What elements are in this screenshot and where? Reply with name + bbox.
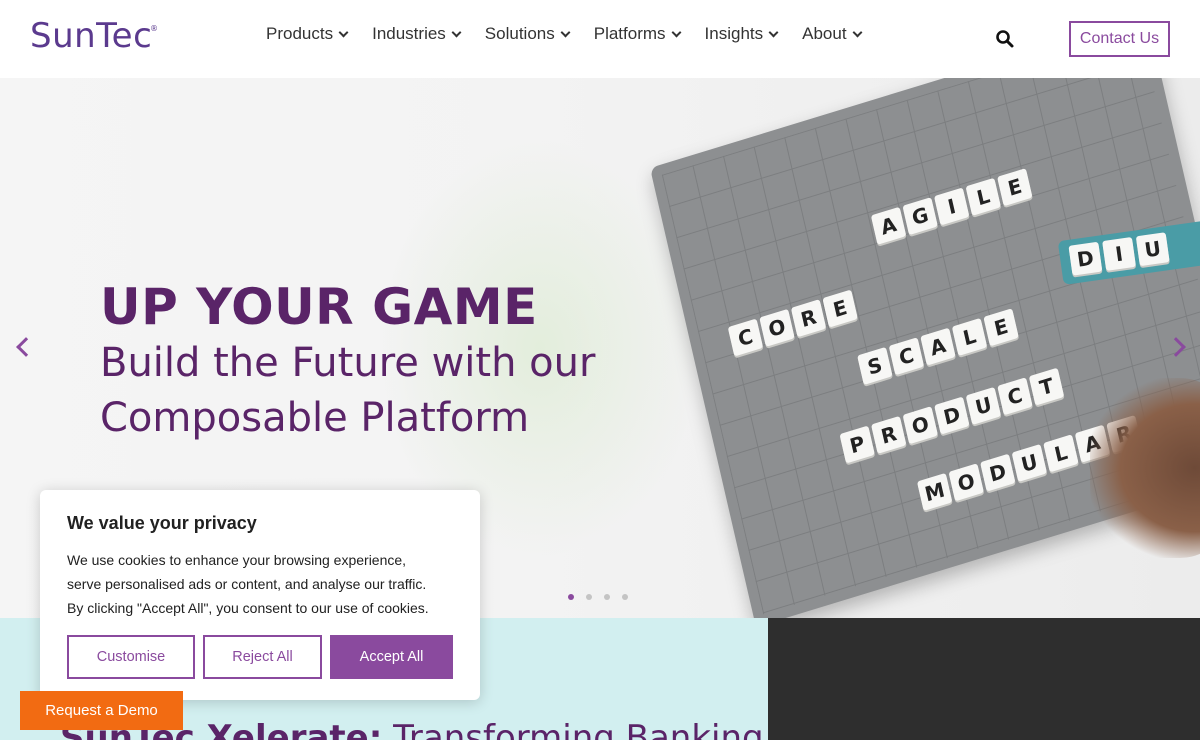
search-icon	[996, 30, 1014, 48]
xelerate-heading-rest: Transforming Banking	[382, 718, 764, 740]
nav-label-about: About	[802, 24, 847, 43]
chevron-down-icon	[768, 27, 779, 38]
nav-item-products[interactable]: Products	[266, 24, 349, 44]
nav-item-about[interactable]: About	[802, 24, 863, 44]
cookie-text-line1: We use cookies to enhance your browsing …	[67, 552, 407, 568]
nav-item-solutions[interactable]: Solutions	[484, 24, 571, 44]
chevron-down-icon	[671, 27, 681, 38]
hero-subtitle-line1: Build the Future with our	[100, 340, 596, 386]
main-nav: Products Industries Solutions Platforms …	[266, 24, 886, 44]
chevron-down-icon	[560, 27, 571, 38]
chevron-down-icon	[338, 27, 349, 38]
cookie-text-line3: By clicking "Accept All", you consent to…	[67, 600, 429, 616]
cookie-text-line2: serve personalised ads or content, and a…	[67, 576, 427, 592]
nav-item-industries[interactable]: Industries	[372, 24, 462, 44]
request-demo-button[interactable]: Request a Demo	[20, 691, 183, 730]
cookie-consent-banner: We value your privacy We use cookies to …	[40, 490, 480, 700]
carousel-dot-2[interactable]	[586, 594, 592, 600]
nav-item-platforms[interactable]: Platforms	[593, 24, 681, 44]
nav-label-solutions: Solutions	[484, 24, 555, 43]
logo-text: SunTec	[30, 16, 153, 56]
hero-title: UP YOUR GAME	[100, 278, 538, 336]
registered-mark: ®	[150, 24, 159, 33]
nav-item-insights[interactable]: Insights	[704, 24, 779, 44]
hero-subtitle-line2: Composable Platform	[100, 395, 530, 441]
carousel-dots	[568, 594, 628, 600]
chevron-down-icon	[451, 27, 462, 38]
chevron-down-icon	[852, 27, 863, 38]
nav-label-insights: Insights	[704, 24, 764, 43]
site-header: SunTec ® Products Industries Solutions P…	[0, 0, 1200, 78]
nav-label-platforms: Platforms	[593, 24, 666, 43]
search-button[interactable]	[995, 29, 1015, 49]
nav-label-products: Products	[266, 24, 334, 43]
accept-all-button[interactable]: Accept All	[330, 635, 453, 679]
cookie-title: We value your privacy	[67, 513, 257, 533]
carousel-dot-1[interactable]	[568, 594, 574, 600]
carousel-prev-arrow-icon[interactable]	[16, 337, 36, 357]
reject-all-button[interactable]: Reject All	[203, 635, 322, 679]
carousel-dot-4[interactable]	[622, 594, 628, 600]
dark-section	[768, 618, 1200, 740]
customise-button[interactable]: Customise	[67, 635, 195, 679]
cookie-description: We use cookies to enhance your browsing …	[67, 548, 457, 620]
suntec-logo[interactable]: SunTec ®	[30, 16, 158, 56]
hand-image	[1090, 378, 1200, 558]
carousel-dot-3[interactable]	[604, 594, 610, 600]
hero-subtitle: Build the Future with our Composable Pla…	[100, 336, 660, 446]
contact-us-button[interactable]: Contact Us	[1069, 21, 1170, 57]
nav-label-industries: Industries	[372, 24, 446, 43]
